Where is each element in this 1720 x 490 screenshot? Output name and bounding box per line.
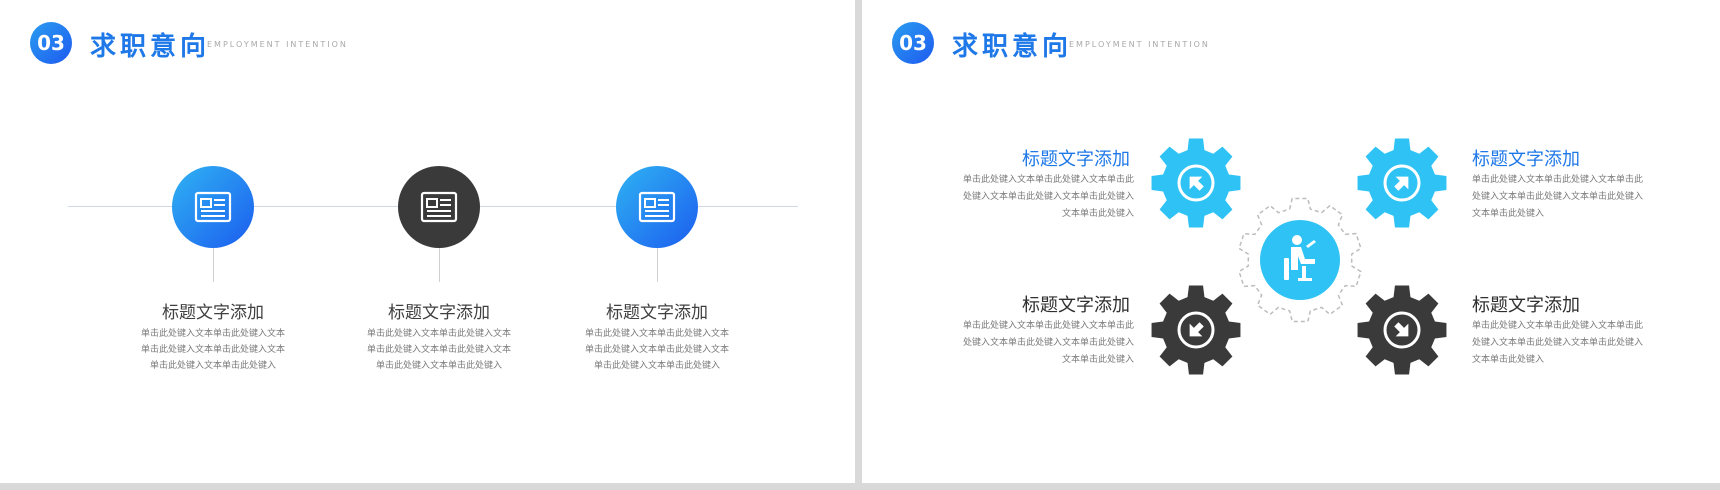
timeline-item-title: 标题文字添加 bbox=[388, 303, 490, 323]
timeline-stem bbox=[213, 248, 214, 282]
gear-item-title: 标题文字添加 bbox=[1022, 149, 1130, 170]
section-title: 求职意向 bbox=[90, 32, 211, 62]
section-title: 求职意向 bbox=[952, 32, 1073, 62]
gear-top-left bbox=[1151, 138, 1241, 228]
gear-item-body: 单击此处键入文本单击此处键入文本单击此处键入文本单击此处键入文本单击此处键入文本… bbox=[1472, 321, 1644, 365]
gear-item-title: 标题文字添加 bbox=[1022, 295, 1130, 316]
timeline-node-2 bbox=[398, 166, 480, 248]
section-number-badge: 03 bbox=[30, 22, 72, 64]
timeline-node-3 bbox=[616, 166, 698, 248]
document-icon bbox=[638, 191, 676, 223]
gear-top-right bbox=[1357, 138, 1447, 228]
section-subtitle: EMPLOYMENT INTENTION bbox=[1069, 40, 1210, 49]
timeline-stem bbox=[657, 248, 658, 282]
timeline-stem bbox=[439, 248, 440, 282]
section-number-badge: 03 bbox=[892, 22, 934, 64]
center-gear bbox=[1238, 197, 1362, 323]
timeline-node-1 bbox=[172, 166, 254, 248]
slide-gears: 03 求职意向 EMPLOYMENT INTENTION 标题文字添加 单击此处… bbox=[862, 0, 1720, 483]
document-icon bbox=[420, 191, 458, 223]
gear-item-title: 标题文字添加 bbox=[1472, 295, 1580, 316]
slide-timeline: 03 求职意向 EMPLOYMENT INTENTION 标题文字添加 单击此处… bbox=[0, 0, 855, 483]
timeline-item-title: 标题文字添加 bbox=[606, 303, 708, 323]
gear-item-title: 标题文字添加 bbox=[1472, 149, 1580, 170]
timeline-item-body: 单击此处键入文本单击此处键入文本单击此处键入文本单击此处键入文本单击此处键入文本… bbox=[140, 329, 285, 371]
document-icon bbox=[194, 191, 232, 223]
gear-item-body: 单击此处键入文本单击此处键入文本单击此处键入文本单击此处键入文本单击此处键入文本… bbox=[1472, 175, 1644, 219]
section-subtitle: EMPLOYMENT INTENTION bbox=[207, 40, 348, 49]
timeline-item-body: 单击此处键入文本单击此处键入文本单击此处键入文本单击此处键入文本单击此处键入文本… bbox=[366, 329, 511, 371]
gear-bottom-left bbox=[1151, 285, 1241, 375]
gear-item-body: 单击此处键入文本单击此处键入文本单击此处键入文本单击此处键入文本单击此处键入文本… bbox=[962, 321, 1134, 365]
timeline-item-body: 单击此处键入文本单击此处键入文本单击此处键入文本单击此处键入文本单击此处键入文本… bbox=[584, 329, 729, 371]
gear-bottom-right bbox=[1357, 285, 1447, 375]
timeline-item-title: 标题文字添加 bbox=[162, 303, 264, 323]
gear-item-body: 单击此处键入文本单击此处键入文本单击此处键入文本单击此处键入文本单击此处键入文本… bbox=[962, 175, 1134, 219]
